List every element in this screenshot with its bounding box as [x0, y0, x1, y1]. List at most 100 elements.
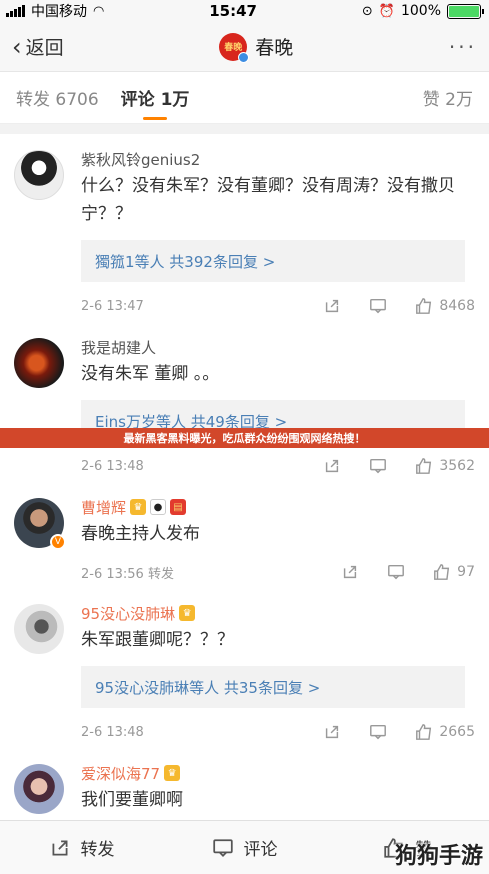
avatar[interactable]: V: [14, 498, 66, 550]
divider: [0, 124, 489, 134]
repost-action[interactable]: 转发: [0, 835, 163, 860]
comment-username[interactable]: 爱深似海77: [81, 763, 160, 784]
nav-bar: ‹ 返回 春晚 春晚 ···: [0, 22, 489, 72]
back-button[interactable]: ‹ 返回: [12, 33, 64, 60]
like-count: 8468: [439, 298, 475, 314]
replies-link[interactable]: 95没心没肺琳等人 共35条回复 >: [81, 666, 465, 708]
comment-label: 评论: [243, 840, 278, 860]
share-icon: [49, 837, 71, 859]
comment-time: 2-6 13:48: [81, 458, 144, 474]
wifi-icon: ◠: [93, 3, 105, 19]
battery-percent: 100%: [400, 3, 441, 19]
comment-username[interactable]: 曹增辉: [81, 497, 126, 518]
thumbs-up-icon: [433, 563, 451, 581]
repost-button[interactable]: [341, 563, 359, 581]
avatar[interactable]: [14, 604, 64, 654]
overlay-banner: 最新黑客黑料曝光，吃瓜群众纷纷围观网络热搜！: [0, 428, 489, 448]
comment-username-row: 曹增辉 ♛ ● ▤: [81, 496, 475, 518]
comment-username-row: 95没心没肺琳 ♛: [81, 602, 475, 624]
comment-text: 什么？没有朱军？没有董卿？没有周涛？没有撒贝宁？？: [81, 176, 455, 224]
like-button[interactable]: 8468: [415, 297, 475, 315]
repost-button[interactable]: [323, 297, 341, 315]
comment-item: 95没心没肺琳 ♛ 朱军跟董卿呢？？？ 95没心没肺琳等人 共35条回复 > 2…: [0, 596, 489, 756]
nav-title-group[interactable]: 春晚 春晚: [219, 32, 294, 63]
comment-text: 我们要董卿啊: [81, 790, 183, 810]
account-avatar: 春晚: [219, 32, 250, 63]
comment-time: 2-6 13:48: [81, 724, 144, 740]
detail-tabs: 转发 6706 评论 1万 赞 2万: [0, 72, 489, 124]
comment-action[interactable]: 评论: [163, 835, 326, 860]
tab-likes[interactable]: 赞 2万: [423, 72, 473, 124]
reply-button[interactable]: [387, 563, 405, 581]
share-icon: [323, 723, 341, 741]
carrier-label: 中国移动: [31, 4, 87, 20]
panda-icon: ●: [150, 499, 167, 515]
comment-text: 没有朱军 董卿 。。: [81, 364, 220, 384]
comment-item: 我是胡建人 没有朱军 董卿 。。 Eins万岁等人 共49条回复 > 2-6 1…: [0, 330, 489, 490]
comment-username[interactable]: 紫秋风铃genius2: [81, 148, 475, 170]
like-button[interactable]: 3562: [415, 457, 475, 475]
comment-icon: [369, 723, 387, 741]
like-count: 3562: [439, 458, 475, 474]
comment-meta: 2-6 13:48 2665: [81, 708, 475, 756]
like-button[interactable]: 2665: [415, 723, 475, 741]
share-icon: [323, 297, 341, 315]
comment-item: 紫秋风铃genius2 什么？没有朱军？没有董卿？没有周涛？没有撒贝宁？？ 獨箛…: [0, 134, 489, 330]
reply-button[interactable]: [369, 457, 387, 475]
repost-label: 转发: [80, 840, 115, 860]
repost-button[interactable]: [323, 723, 341, 741]
verified-badge-icon: V: [50, 534, 66, 550]
comment-time: 2-6 13:56 转发: [81, 566, 174, 582]
comment-meta: 2-6 13:48 3562: [81, 442, 475, 490]
verified-badge-icon: [238, 51, 250, 63]
comment-username-row: 爱深似海77 ♛: [81, 762, 475, 784]
reply-button[interactable]: [369, 723, 387, 741]
status-right: ⊙ ⏰ 100%: [361, 3, 484, 19]
comment-item: V 曹增辉 ♛ ● ▤ 春晚主持人发布 2-6 13:56 转发 97: [0, 490, 489, 596]
comment-text: 春晚主持人发布: [81, 524, 200, 544]
comment-icon: [369, 297, 387, 315]
comment-time: 2-6 13:47: [81, 298, 144, 314]
thumbs-up-icon: [415, 297, 433, 315]
battery-fill: [449, 5, 479, 17]
status-left: 中国移动 ◠: [6, 1, 104, 21]
more-options-button[interactable]: ···: [449, 35, 477, 59]
replies-link[interactable]: 獨箛1等人 共392条回复 >: [81, 240, 465, 282]
repost-button[interactable]: [323, 457, 341, 475]
chevron-left-icon: ‹: [12, 32, 22, 61]
battery-icon: [447, 3, 484, 19]
back-label: 返回: [25, 37, 64, 59]
comment-icon: [369, 457, 387, 475]
avatar-logo-text: 春晚: [224, 43, 243, 53]
comment-username[interactable]: 95没心没肺琳: [81, 603, 175, 624]
avatar[interactable]: [14, 150, 64, 200]
crown-icon: ♛: [179, 605, 196, 621]
signal-icon: [6, 5, 25, 17]
like-count: 97: [457, 564, 475, 580]
like-button[interactable]: 97: [433, 563, 475, 581]
red-envelope-icon: ▤: [170, 499, 187, 515]
tab-reposts[interactable]: 转发 6706: [16, 72, 99, 124]
comment-icon: [212, 837, 234, 859]
thumbs-up-icon: [415, 457, 433, 475]
comment-icon: [387, 563, 405, 581]
avatar[interactable]: [14, 338, 64, 388]
lock-rotation-icon: ⊙: [361, 3, 373, 19]
status-time: 15:47: [209, 2, 257, 20]
comment-meta: 2-6 13:56 转发 97: [81, 548, 475, 596]
comment-meta: 2-6 13:47 8468: [81, 282, 475, 330]
alarm-icon: ⏰: [378, 3, 395, 19]
like-count: 2665: [439, 724, 475, 740]
crown-icon: ♛: [164, 765, 181, 781]
share-icon: [341, 563, 359, 581]
crown-icon: ♛: [130, 499, 147, 515]
share-icon: [323, 457, 341, 475]
comment-username[interactable]: 我是胡建人: [81, 336, 475, 358]
status-bar: 中国移动 ◠ 15:47 ⊙ ⏰ 100%: [0, 0, 489, 22]
avatar[interactable]: [14, 764, 64, 814]
watermark: 狗狗手游: [394, 844, 483, 869]
page-title: 春晚: [255, 37, 294, 59]
thumbs-up-icon: [415, 723, 433, 741]
reply-button[interactable]: [369, 297, 387, 315]
tab-comments[interactable]: 评论 1万: [121, 72, 190, 124]
